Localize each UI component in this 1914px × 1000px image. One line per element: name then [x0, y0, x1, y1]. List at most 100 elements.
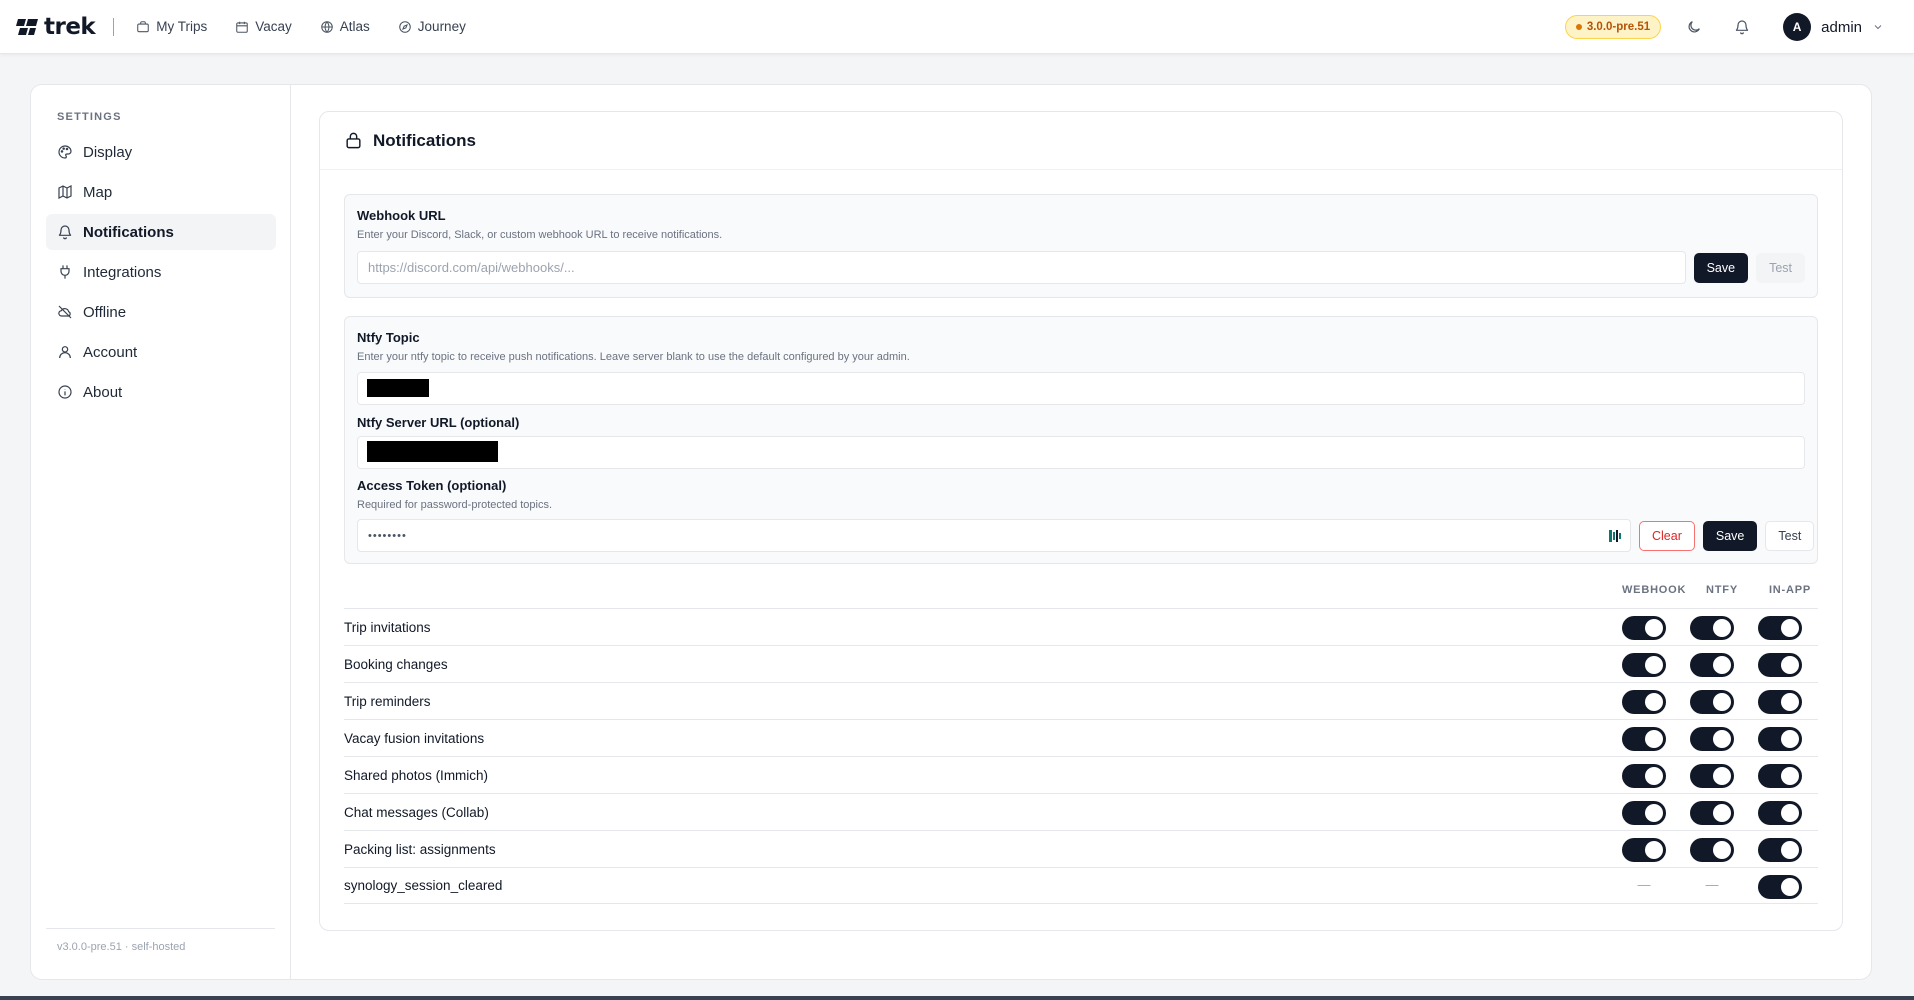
- toggle-knob: [1713, 841, 1731, 859]
- nav-atlas[interactable]: Atlas: [320, 19, 370, 34]
- toggle-knob: [1781, 767, 1799, 785]
- ntfy-server-row: [357, 436, 1805, 469]
- in-app-toggle[interactable]: [1758, 727, 1802, 751]
- ntfy-toggle[interactable]: [1690, 690, 1734, 714]
- chevron-down-icon: [1874, 25, 1882, 30]
- sidebar-item-display[interactable]: Display: [46, 134, 276, 170]
- nav-my-trips[interactable]: My Trips: [136, 19, 207, 34]
- in-app-toggle[interactable]: [1758, 653, 1802, 677]
- settings-container: SETTINGS Display Map Notifications Integ…: [30, 84, 1872, 980]
- in-app-toggle[interactable]: [1758, 838, 1802, 862]
- notifications-button[interactable]: [1727, 12, 1757, 42]
- webhook-toggle[interactable]: [1622, 653, 1666, 677]
- access-token-clear-button[interactable]: Clear: [1639, 520, 1695, 551]
- sidebar-item-label: Display: [83, 143, 133, 161]
- theme-toggle-button[interactable]: [1679, 12, 1709, 42]
- access-token-row: Clear Save Test: [357, 519, 1815, 552]
- toggle-knob: [1713, 619, 1731, 637]
- toggle-knob: [1713, 730, 1731, 748]
- ntfy-server-label: Ntfy Server URL (optional): [357, 415, 520, 430]
- trek-logo-icon: [16, 18, 38, 35]
- redacted-topic: [367, 379, 429, 397]
- sidebar-item-offline[interactable]: Offline: [46, 294, 276, 330]
- toggle-knob: [1781, 730, 1799, 748]
- version-footer: v3.0.0-pre.51 · self-hosted: [46, 928, 275, 953]
- toggle-knob: [1645, 804, 1663, 822]
- webhook-url-input[interactable]: [357, 251, 1686, 284]
- nav-vacay-label: Vacay: [255, 19, 292, 34]
- sidebar-item-label: Offline: [83, 303, 127, 321]
- webhook-toggle[interactable]: [1622, 801, 1666, 825]
- ntfy-toggle[interactable]: [1690, 616, 1734, 640]
- in-app-toggle[interactable]: [1758, 616, 1802, 640]
- ntfy-toggle[interactable]: [1690, 727, 1734, 751]
- nav-vacay[interactable]: Vacay: [235, 19, 292, 34]
- webhook-save-button[interactable]: Save: [1693, 252, 1749, 283]
- bell-icon: [1735, 20, 1749, 35]
- info-icon: [58, 385, 72, 399]
- table-row: Shared photos (Immich): [344, 756, 1818, 793]
- table-row: Booking changes: [344, 645, 1818, 682]
- event-label: Chat messages (Collab): [344, 804, 489, 820]
- ntfy-panel: Ntfy Topic Enter your ntfy topic to rece…: [344, 316, 1818, 564]
- app-logo[interactable]: trek: [16, 13, 96, 40]
- table-row: Chat messages (Collab): [344, 793, 1818, 830]
- logo-divider: [113, 17, 115, 36]
- ntfy-server-input[interactable]: [357, 436, 1805, 469]
- ntfy-topic-description: Enter your ntfy topic to receive push no…: [357, 351, 910, 363]
- sidebar-heading: SETTINGS: [57, 111, 122, 123]
- event-label: Packing list: assignments: [344, 841, 496, 857]
- ntfy-toggle[interactable]: [1690, 653, 1734, 677]
- version-badge-text: 3.0.0-pre.51: [1586, 21, 1651, 33]
- webhook-label: Webhook URL: [357, 208, 446, 223]
- logo-text: trek: [44, 13, 96, 40]
- ntfy-topic-row: [357, 372, 1805, 405]
- version-dot: [1575, 24, 1582, 30]
- sidebar-item-notifications[interactable]: Notifications: [46, 214, 276, 250]
- access-token-input[interactable]: [357, 519, 1631, 552]
- webhook-test-button[interactable]: Test: [1756, 252, 1805, 283]
- webhook-row: Save Test: [357, 251, 1805, 284]
- sidebar-item-map[interactable]: Map: [46, 174, 276, 210]
- in-app-toggle[interactable]: [1758, 690, 1802, 714]
- in-app-toggle[interactable]: [1758, 764, 1802, 788]
- ntfy-toggle[interactable]: [1690, 764, 1734, 788]
- webhook-toggle[interactable]: [1622, 764, 1666, 788]
- event-label: Booking changes: [344, 656, 448, 672]
- webhook-toggle[interactable]: [1622, 838, 1666, 862]
- ntfy-test-button[interactable]: Test: [1765, 520, 1815, 551]
- ntfy-save-button[interactable]: Save: [1702, 520, 1758, 551]
- moon-icon: [1688, 21, 1701, 33]
- password-manager-icon[interactable]: [1607, 528, 1623, 544]
- toggle-knob: [1781, 878, 1799, 896]
- sidebar-item-integrations[interactable]: Integrations: [46, 254, 276, 290]
- nav-my-trips-label: My Trips: [156, 19, 208, 34]
- sidebar-item-about[interactable]: About: [46, 374, 276, 410]
- access-token-field: [357, 519, 1631, 552]
- ntfy-toggle[interactable]: [1690, 801, 1734, 825]
- event-label: Shared photos (Immich): [344, 767, 489, 783]
- cloud-off-icon: [58, 305, 72, 319]
- in-app-toggle[interactable]: [1758, 875, 1802, 899]
- version-badge[interactable]: 3.0.0-pre.51: [1564, 15, 1662, 39]
- ntfy-topic-input[interactable]: [357, 372, 1805, 405]
- nav-journey-label: Journey: [417, 19, 466, 34]
- webhook-toggle[interactable]: [1622, 727, 1666, 751]
- nav-journey[interactable]: Journey: [398, 19, 466, 34]
- in-app-toggle[interactable]: [1758, 801, 1802, 825]
- toggle-knob: [1645, 767, 1663, 785]
- sidebar-item-account[interactable]: Account: [46, 334, 276, 370]
- window-bottom-edge: [0, 996, 1914, 1000]
- sidebar-item-label: About: [83, 383, 123, 401]
- webhook-panel: Webhook URL Enter your Discord, Slack, o…: [344, 194, 1818, 298]
- event-label: Trip reminders: [344, 693, 431, 709]
- card-header: Notifications: [320, 112, 1842, 170]
- ntfy-toggle[interactable]: [1690, 838, 1734, 862]
- webhook-toggle[interactable]: [1622, 616, 1666, 640]
- plug-icon: [60, 265, 70, 279]
- user-menu[interactable]: A admin: [1783, 13, 1884, 41]
- sidebar-item-label: Integrations: [83, 263, 162, 281]
- webhook-toggle[interactable]: [1622, 690, 1666, 714]
- access-token-description: Required for password-protected topics.: [357, 499, 553, 511]
- briefcase-icon: [137, 20, 150, 32]
